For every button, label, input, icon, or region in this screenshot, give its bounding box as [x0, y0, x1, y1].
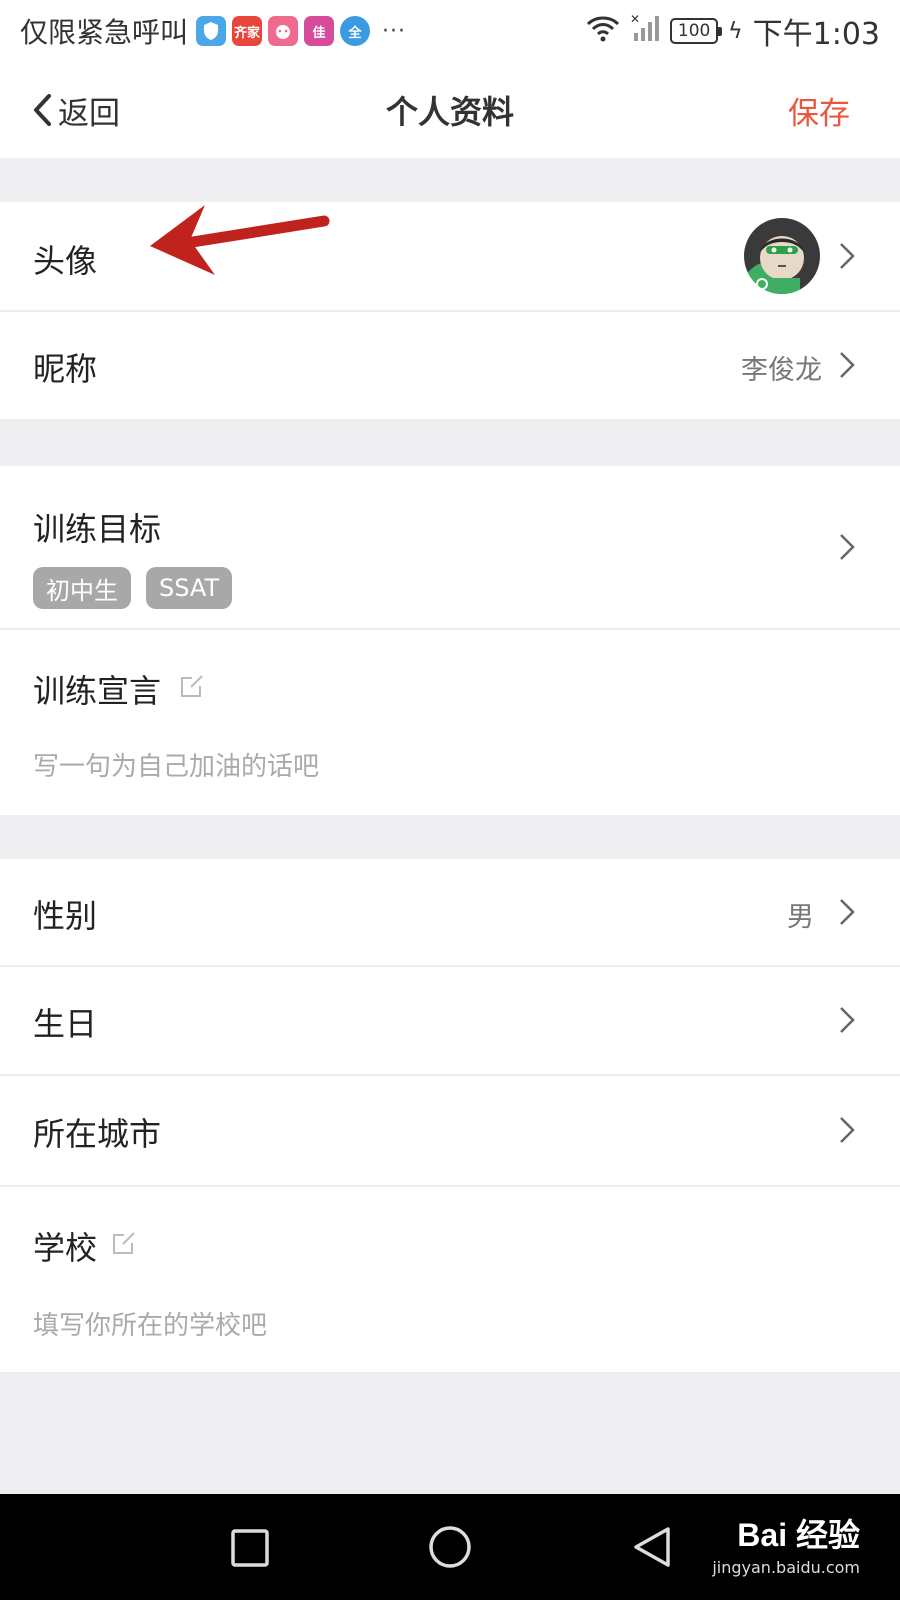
- edit-icon: [181, 675, 203, 697]
- back-label: 返回: [58, 95, 120, 132]
- wifi-icon: [586, 14, 620, 49]
- svg-text:✕: ✕: [630, 13, 640, 26]
- declaration-placeholder[interactable]: 写一句为自己加油的话吧: [33, 746, 319, 783]
- more-notifications-icon: ···: [382, 18, 406, 44]
- chevron-right-icon: [840, 899, 855, 925]
- edit-icon: [113, 1232, 135, 1254]
- training-declaration-row[interactable]: 训练宣言 写一句为自己加油的话吧: [0, 630, 900, 815]
- chevron-left-icon: [34, 94, 51, 126]
- recent-apps-icon[interactable]: [230, 1528, 270, 1568]
- home-icon[interactable]: [428, 1525, 472, 1569]
- training-goal-row[interactable]: 训练目标 初中生 SSAT: [0, 466, 900, 628]
- chevron-right-icon: [840, 243, 855, 269]
- chevron-right-icon: [840, 1117, 855, 1143]
- watermark-url: jingyan.baidu.com: [712, 1558, 860, 1577]
- red-arrow-annotation-icon: [150, 205, 330, 275]
- battery-icon: 100: [670, 18, 723, 44]
- birthday-row[interactable]: 生日: [0, 967, 900, 1074]
- gender-label: 性别: [33, 897, 98, 935]
- pink-app-icon: [268, 16, 299, 46]
- carrier-text: 仅限紧急呼叫: [20, 16, 189, 49]
- gender-row[interactable]: 性别 男: [0, 859, 900, 965]
- nickname-label: 昵称: [33, 350, 98, 388]
- jia-app-icon: 佳: [304, 16, 335, 46]
- training-declaration-label: 训练宣言: [33, 672, 162, 710]
- school-row[interactable]: 学校 填写你所在的学校吧: [0, 1187, 900, 1372]
- nickname-value: 李俊龙: [741, 355, 822, 386]
- school-label: 学校: [33, 1229, 98, 1267]
- gender-value: 男: [787, 902, 814, 933]
- goal-tag: SSAT: [146, 567, 233, 609]
- status-time: 下午1:03: [752, 17, 880, 52]
- chevron-right-icon: [840, 534, 855, 560]
- save-button[interactable]: 保存: [788, 62, 850, 158]
- avatar-row[interactable]: 头像: [0, 202, 900, 310]
- shield-app-icon: [196, 16, 227, 46]
- page-title: 个人资料: [385, 93, 514, 131]
- goal-tag: 初中生: [33, 567, 131, 609]
- nickname-row[interactable]: 昵称 李俊龙: [0, 312, 900, 419]
- city-row[interactable]: 所在城市: [0, 1076, 900, 1185]
- avatar[interactable]: [744, 218, 820, 294]
- chevron-right-icon: [840, 1007, 855, 1033]
- watermark: Bai 经验 jingyan.baidu.com: [712, 1510, 860, 1577]
- qijia-app-icon: 齐家: [232, 16, 263, 46]
- city-label: 所在城市: [33, 1115, 162, 1153]
- signal-icon: ✕: [630, 12, 660, 50]
- status-bar: 仅限紧急呼叫 齐家 佳 全 ··· ✕ 100 ϟ 下午1:03: [0, 0, 900, 62]
- quan-app-icon: 全: [340, 16, 371, 46]
- school-placeholder[interactable]: 填写你所在的学校吧: [33, 1305, 267, 1342]
- birthday-label: 生日: [33, 1005, 98, 1043]
- charging-icon: ϟ: [728, 18, 743, 44]
- avatar-label: 头像: [33, 242, 98, 280]
- back-button[interactable]: 返回: [32, 62, 120, 158]
- training-goal-label: 训练目标: [33, 510, 162, 548]
- chevron-right-icon: [840, 352, 855, 378]
- back-triangle-icon[interactable]: [630, 1525, 672, 1569]
- navigation-bar: 返回 个人资料 保存: [0, 62, 900, 158]
- watermark-logo: Bai 经验: [737, 1517, 860, 1553]
